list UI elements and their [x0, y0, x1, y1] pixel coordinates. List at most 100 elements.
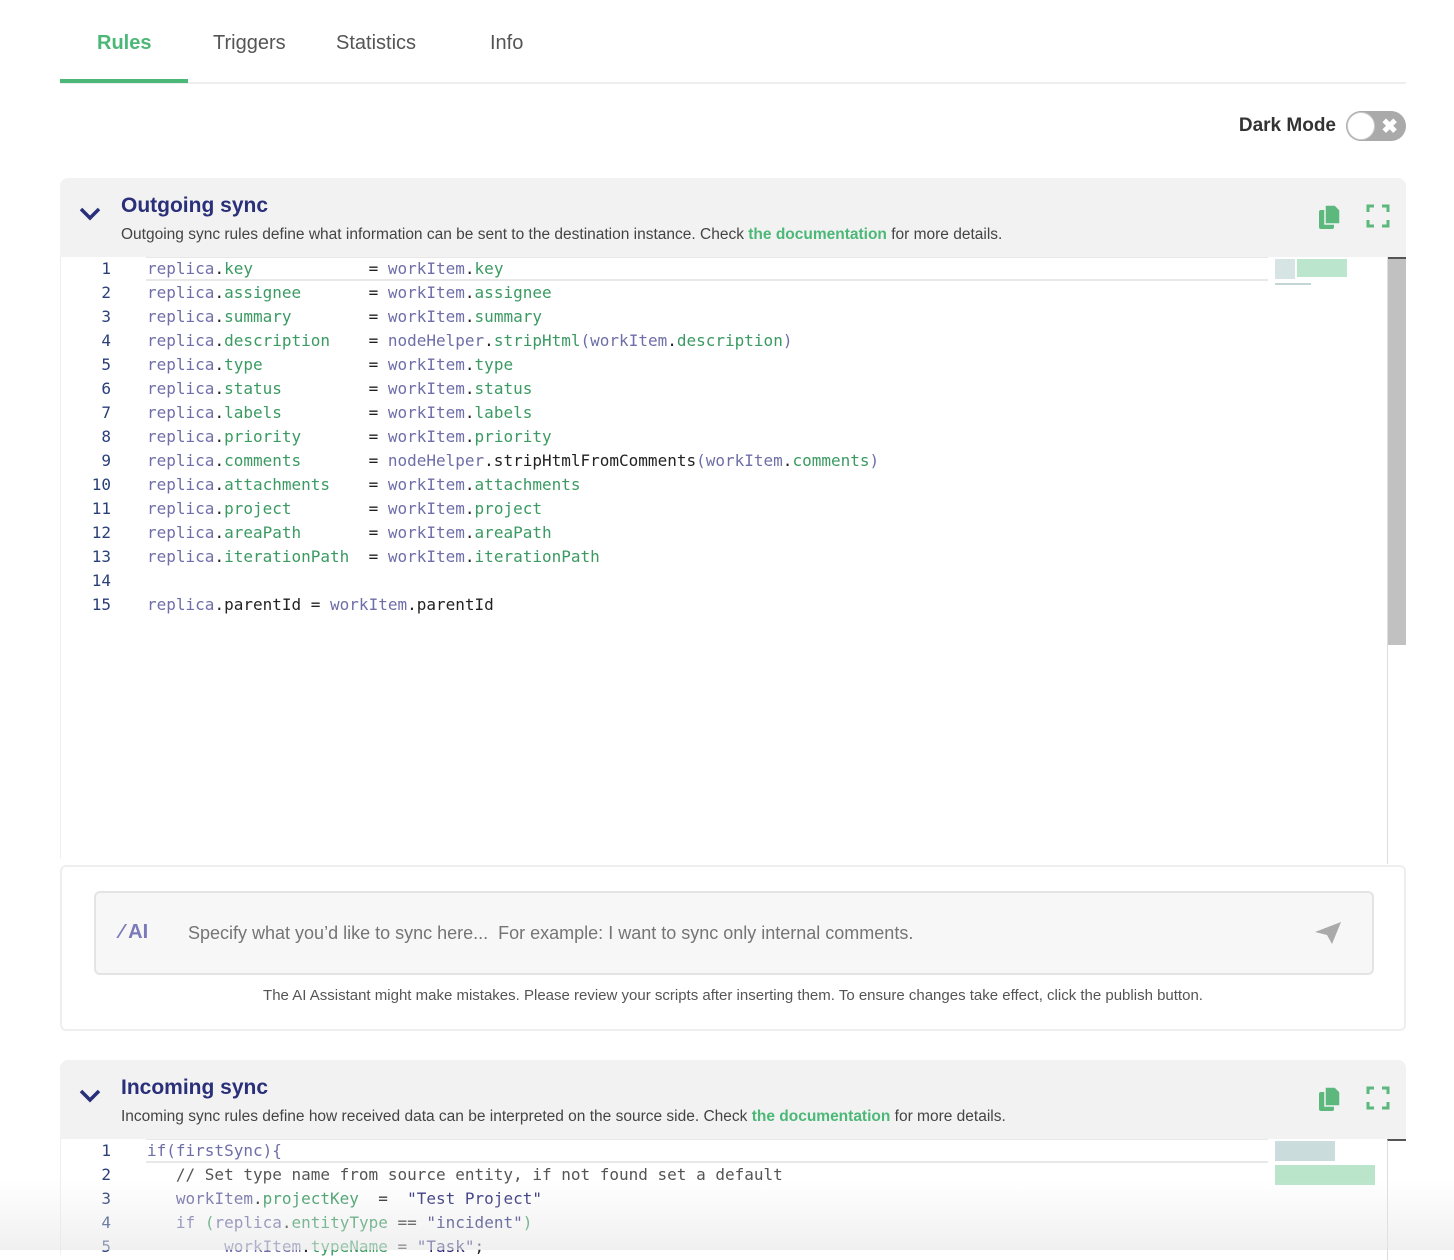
code-line: 11replica.project = workItem.project [61, 497, 1261, 521]
code-token: stripHtml [494, 331, 581, 350]
code-token [147, 1189, 176, 1208]
tab-info[interactable]: Info [490, 32, 523, 55]
code-token: = [301, 451, 388, 470]
copy-icon[interactable] [1318, 1086, 1342, 1112]
code-text: replica.type = workItem.type [147, 353, 513, 377]
line-number: 3 [81, 305, 111, 329]
code-token [147, 1237, 224, 1256]
code-text: replica.key = workItem.key [147, 257, 503, 281]
code-token: project [475, 499, 542, 518]
ai-label-text: AI [128, 921, 148, 943]
dark-mode-label: Dark Mode [1239, 115, 1336, 137]
code-token: if(firstSync){ [147, 1141, 282, 1160]
code-token: iterationPath [475, 547, 600, 566]
code-token: = [388, 1237, 417, 1256]
line-number: 9 [81, 449, 111, 473]
code-token: . [214, 379, 224, 398]
send-icon[interactable] [1314, 921, 1342, 945]
code-line: 10replica.attachments = workItem.attachm… [61, 473, 1261, 497]
documentation-link[interactable]: the documentation [748, 226, 887, 243]
code-token: attachments [224, 475, 330, 494]
line-number: 1 [81, 257, 111, 281]
code-token: ( [205, 1213, 215, 1232]
ai-disclaimer: The AI Assistant might make mistakes. Pl… [62, 987, 1404, 1004]
code-token: . [667, 331, 677, 350]
code-token: . [214, 547, 224, 566]
code-token: = [301, 283, 388, 302]
code-token: if [176, 1213, 205, 1232]
documentation-link[interactable]: the documentation [752, 1108, 891, 1125]
code-token: comments [792, 451, 869, 470]
ai-prompt-box: ⁄ AI [94, 891, 1374, 975]
code-line: 9replica.comments = nodeHelper.stripHtml… [61, 449, 1261, 473]
fullscreen-icon[interactable] [1366, 204, 1390, 228]
code-text: if(firstSync){ [147, 1139, 282, 1163]
editor-scrollbar[interactable] [1387, 1139, 1406, 1260]
incoming-code-editor[interactable]: 1if(firstSync){2 // Set type name from s… [60, 1139, 1406, 1260]
line-number: 6 [81, 377, 111, 401]
dark-mode-toggle[interactable]: ✖ [1346, 111, 1406, 141]
code-token: replica [147, 379, 214, 398]
chevron-down-icon[interactable] [78, 206, 102, 222]
tab-rules[interactable]: Rules [97, 32, 151, 55]
line-number: 4 [81, 329, 111, 353]
code-minimap[interactable] [1271, 1139, 1387, 1199]
code-token: replica [147, 499, 214, 518]
magic-wand-icon: ⁄ [120, 921, 123, 943]
line-number: 12 [81, 521, 111, 545]
description-text: Incoming sync rules define how received … [121, 1108, 752, 1125]
code-line: 5replica.type = workItem.type [61, 353, 1261, 377]
code-token: workItem [388, 499, 465, 518]
code-token: . [465, 379, 475, 398]
code-line: 13 replica.iterationPath = workItem.itera… [61, 545, 1261, 569]
code-token: workItem [388, 403, 465, 422]
code-token: . [465, 547, 475, 566]
code-token: .parentId [407, 595, 494, 614]
code-minimap[interactable] [1271, 257, 1387, 287]
code-token: assignee [475, 283, 552, 302]
code-token: replica [147, 451, 214, 470]
code-line: 6replica.status = workItem.status [61, 377, 1261, 401]
code-text: replica.assignee = workItem.assignee [147, 281, 552, 305]
code-text: replica.iterationPath = workItem.iterati… [147, 545, 600, 569]
code-token: project [224, 499, 291, 518]
copy-icon[interactable] [1318, 204, 1342, 230]
code-token: ) [783, 331, 793, 350]
ai-prompt-input[interactable] [188, 923, 1268, 944]
code-line: 8replica.priority = workItem.priority [61, 425, 1261, 449]
line-number: 14 [81, 569, 111, 593]
tab-triggers[interactable]: Triggers [213, 32, 286, 55]
outgoing-sync-description: Outgoing sync rules define what informat… [121, 226, 1002, 244]
line-number: 1 [81, 1139, 111, 1163]
code-token: = [282, 379, 388, 398]
code-token: workItem [388, 379, 465, 398]
scrollbar-thumb[interactable] [1388, 257, 1406, 645]
code-line: 14 [61, 569, 1261, 593]
code-token: . [253, 1189, 263, 1208]
code-token: ( [696, 451, 706, 470]
outgoing-sync-header: Outgoing sync Outgoing sync rules define… [60, 178, 1406, 257]
code-token: replica [147, 307, 214, 326]
code-token: = [301, 523, 388, 542]
code-token: workItem [388, 307, 465, 326]
line-number: 13 [81, 545, 111, 569]
code-token: . [465, 283, 475, 302]
outgoing-code-editor[interactable]: 1replica.key = workItem.key2replica.assi… [60, 257, 1406, 864]
code-token: priority [224, 427, 301, 446]
tab-bar: Rules Triggers Statistics Info [60, 0, 1406, 84]
code-token: attachments [475, 475, 581, 494]
code-token: workItem [388, 475, 465, 494]
chevron-down-icon[interactable] [78, 1088, 102, 1104]
code-token: type [224, 355, 263, 374]
fullscreen-icon[interactable] [1366, 1086, 1390, 1110]
code-token: "Task" [417, 1237, 475, 1256]
dark-mode-control: Dark Mode ✖ [1239, 111, 1406, 141]
code-token: replica [147, 475, 214, 494]
code-token: replica [147, 355, 214, 374]
code-token: replica [147, 547, 214, 566]
toggle-knob [1347, 112, 1375, 140]
outgoing-sync-panel: Outgoing sync Outgoing sync rules define… [60, 178, 1406, 864]
code-token: . [214, 307, 224, 326]
editor-scrollbar[interactable] [1387, 257, 1406, 864]
tab-statistics[interactable]: Statistics [336, 32, 416, 55]
